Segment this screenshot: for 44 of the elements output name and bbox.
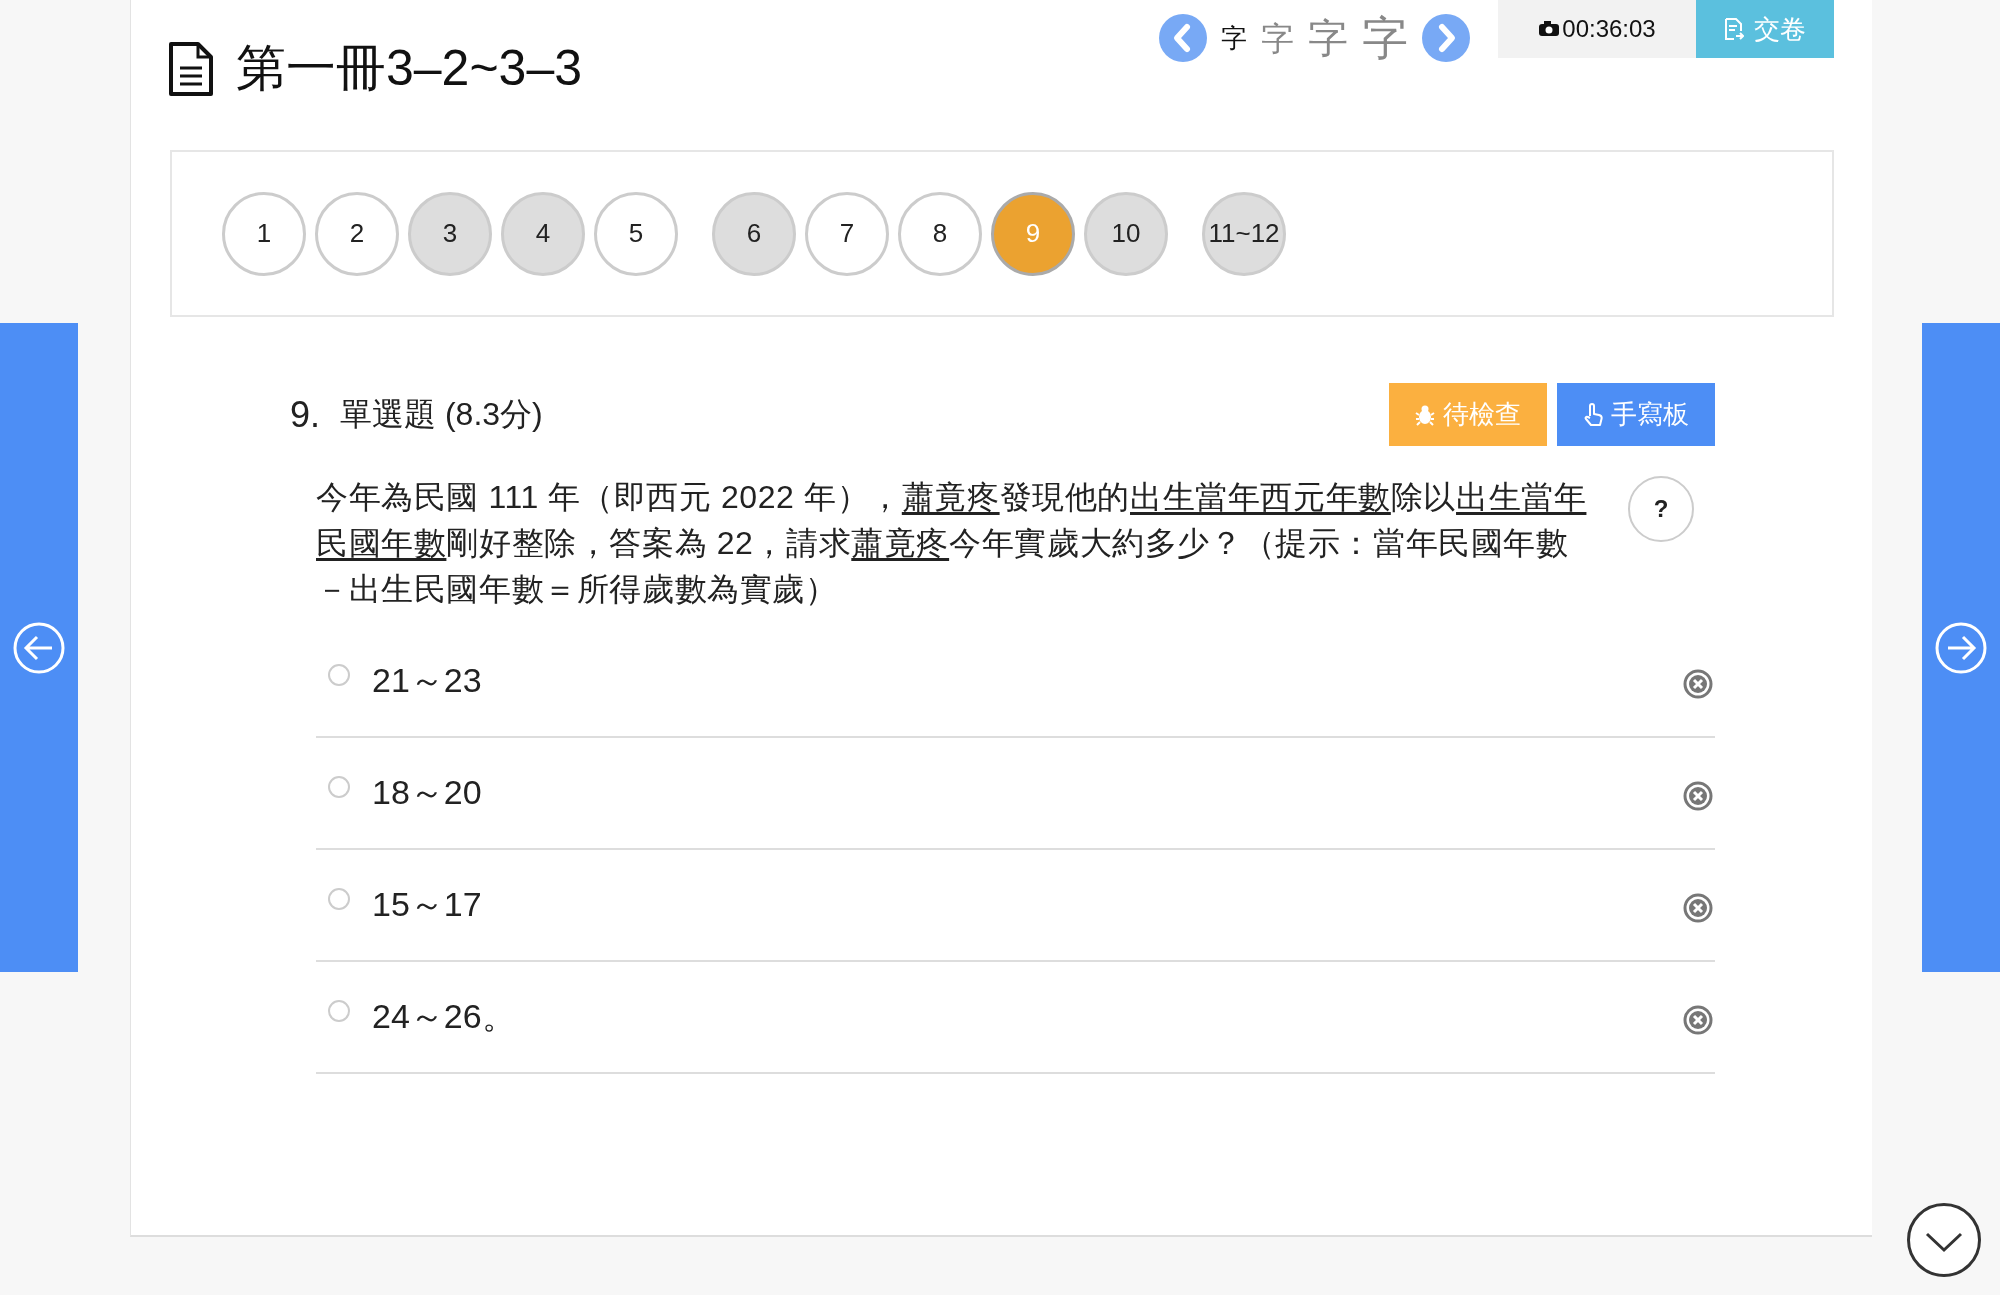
arrow-left-icon (12, 620, 66, 675)
question-number-button[interactable]: 6 (712, 191, 796, 276)
eliminate-icon[interactable] (1683, 893, 1713, 923)
radio-button[interactable] (328, 776, 350, 798)
question-number-button[interactable]: 7 (805, 191, 889, 276)
option-text: 18～20 (372, 772, 483, 813)
arrow-right-icon (1934, 620, 1988, 675)
bug-icon (1415, 403, 1435, 426)
option-text: 15～17 (372, 884, 483, 925)
question-number-button[interactable]: 11~12 (1202, 191, 1286, 276)
eliminate-icon[interactable] (1683, 669, 1713, 699)
question-number-button[interactable]: 5 (594, 191, 678, 276)
font-size-option[interactable]: 字 (1261, 21, 1294, 55)
help-button[interactable]: ? (1628, 476, 1694, 542)
question-number-button[interactable]: 2 (315, 191, 399, 276)
next-size-button[interactable] (1422, 14, 1470, 62)
previous-size-button[interactable] (1159, 14, 1207, 62)
question-text: 今年為民國 111 年（即西元 2022 年），蕭竟疼發現他的出生當年西元年數除以出生當年民國年數剛好整除，答案為 22，請求蕭竟疼今年實歲大約多少？（提示：當年民國年數－出生民國年數＝所得歲數為實歲） (316, 478, 1588, 609)
question-number: 9. (290, 393, 321, 436)
font-size-option[interactable]: 字 (1308, 18, 1348, 58)
camera-icon (1538, 21, 1561, 37)
question-number-button[interactable]: 10 (1084, 191, 1168, 276)
page-title: 第一冊3–2~3–3 (236, 39, 583, 98)
radio-button[interactable] (328, 1000, 350, 1022)
question-type: 單選題 (8.3分) (340, 394, 543, 434)
document-icon (1724, 17, 1744, 41)
font-size-option[interactable]: 字 (1362, 15, 1408, 61)
chevron-right-icon (1422, 14, 1470, 62)
chevron-down-icon (1924, 1230, 1964, 1254)
option-text: 21～23 (372, 660, 483, 701)
font-size-option[interactable]: 字 (1221, 25, 1247, 51)
hand-icon (1583, 402, 1603, 427)
question-number-button[interactable]: 8 (898, 191, 982, 276)
eliminate-icon[interactable] (1683, 781, 1713, 811)
radio-button[interactable] (328, 888, 350, 910)
document-icon (168, 40, 214, 97)
timer-text: 00:36:03 (1562, 15, 1656, 43)
option-text: 24～26。 (372, 996, 517, 1037)
radio-button[interactable] (328, 664, 350, 686)
chevron-left-icon (1159, 14, 1207, 62)
question-number-button[interactable]: 4 (501, 191, 585, 276)
question-number-button[interactable]: 3 (408, 191, 492, 276)
eliminate-icon[interactable] (1683, 1005, 1713, 1035)
question-number-button[interactable]: 1 (222, 191, 306, 276)
